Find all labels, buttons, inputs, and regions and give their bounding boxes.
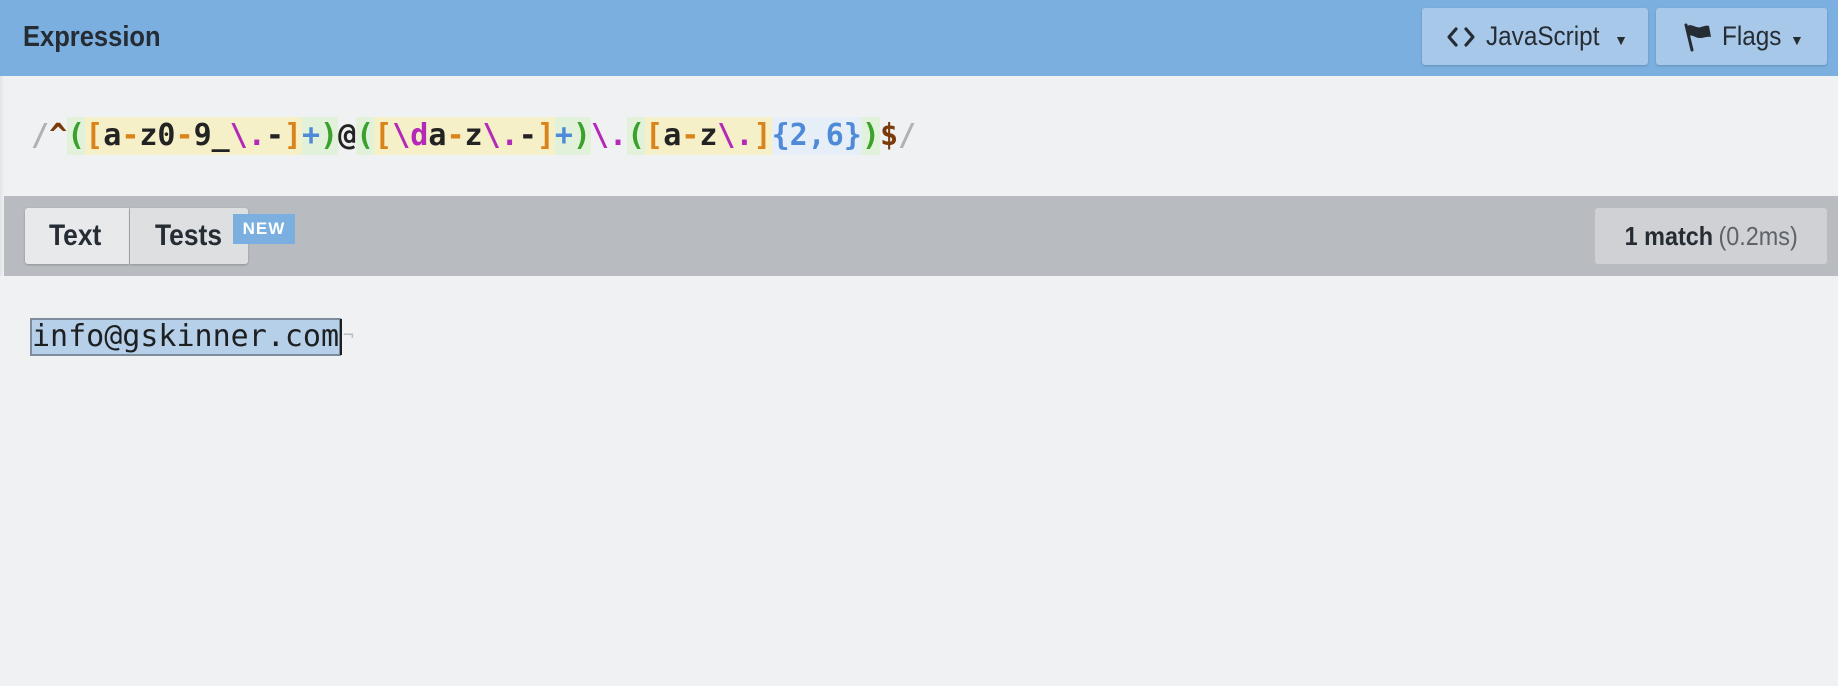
regex-token-range: - bbox=[446, 117, 465, 155]
regex-token-group: ) bbox=[861, 117, 880, 155]
regex-expression[interactable]: / ^([a - z0-9_ \. -] +) @([\d a - z \. -] +) \.([a - z \… bbox=[31, 117, 916, 155]
regex-token-esc: \. bbox=[229, 117, 266, 155]
header-bar: Expression JavaScript ▼ Flags ▼ bbox=[0, 0, 1838, 76]
regex-token-range: - bbox=[175, 117, 194, 155]
test-text-content[interactable]: info@gskinner.com ¬ bbox=[29, 318, 354, 356]
tab-bar: Text Tests NEW 1 match (0.2ms) bbox=[0, 196, 1838, 276]
regex-token-esc: \. bbox=[717, 117, 754, 155]
regex-token-lit: z bbox=[464, 117, 483, 155]
regex-token-range: - bbox=[121, 117, 140, 155]
regex-token-anchor: ^ bbox=[49, 118, 68, 153]
regex-token-group: ( bbox=[67, 117, 86, 155]
match-highlight: info@gskinner.com bbox=[29, 318, 342, 356]
end-of-line-marker: ¬ bbox=[343, 325, 354, 346]
flag-icon bbox=[1682, 22, 1712, 52]
regex-delimiter-open: / bbox=[31, 118, 50, 153]
regex-token-set: [ bbox=[645, 117, 664, 155]
regex-token-set: ] bbox=[753, 117, 772, 155]
regex-token-lit: a bbox=[103, 117, 122, 155]
flavor-button[interactable]: JavaScript ▼ bbox=[1422, 8, 1648, 65]
regex-token-set: [ bbox=[85, 117, 104, 155]
chevron-down-icon: ▼ bbox=[1614, 31, 1628, 48]
expression-editor[interactable]: / ^([a - z0-9_ \. -] +) @([\d a - z \. -] +) \.([a - z \… bbox=[0, 76, 1838, 196]
test-text-area[interactable]: info@gskinner.com ¬ bbox=[0, 276, 1838, 686]
regex-token-lit: z bbox=[699, 117, 718, 155]
regex-token-set: ] bbox=[536, 117, 555, 155]
regex-token-group: ( bbox=[356, 117, 375, 155]
match-time: (0.2ms) bbox=[1718, 220, 1798, 251]
regex-token-lit: z0 bbox=[139, 117, 176, 155]
regex-token-quant-brace: {2,6} bbox=[771, 117, 862, 155]
regex-token-set: [ bbox=[374, 117, 393, 155]
regex-token-lit: - bbox=[518, 117, 537, 155]
new-badge: NEW bbox=[233, 214, 295, 244]
flavor-button-label: JavaScript bbox=[1486, 21, 1600, 51]
tab-text[interactable]: Text bbox=[25, 208, 129, 264]
match-count: 1 match bbox=[1624, 220, 1713, 251]
regex-token-set: ] bbox=[283, 117, 302, 155]
regex-token-esc: \d bbox=[392, 117, 429, 155]
regex-token-escp: \. bbox=[590, 118, 628, 153]
expression-heading: Expression bbox=[23, 21, 161, 53]
regex-token-group: ) bbox=[320, 117, 339, 155]
match-status-text: 1 match (0.2ms) bbox=[1624, 221, 1797, 252]
regex-token-quant: + bbox=[301, 117, 320, 155]
match-status[interactable]: 1 match (0.2ms) bbox=[1595, 208, 1827, 264]
code-brackets-icon bbox=[1446, 26, 1476, 48]
flags-button[interactable]: Flags ▼ bbox=[1656, 8, 1827, 65]
text-cursor bbox=[340, 319, 343, 355]
tab-tests[interactable]: Tests bbox=[130, 208, 248, 264]
regex-token-esc: \. bbox=[482, 117, 519, 155]
regex-token-lit: a bbox=[428, 117, 447, 155]
chevron-down-icon: ▼ bbox=[1790, 31, 1804, 48]
regex-token-lit: - bbox=[265, 117, 284, 155]
tab-text-label: Text bbox=[49, 219, 102, 252]
regex-token-range: - bbox=[681, 117, 700, 155]
regex-token-lit: a bbox=[663, 117, 682, 155]
regex-delimiter-close: / bbox=[898, 118, 917, 153]
regex-token-char: @ bbox=[338, 118, 357, 153]
regex-tokens: ^([a - z0-9_ \. -] +) @([\d a - z \. -] +) \.([a - z \.]… bbox=[49, 117, 898, 155]
flags-button-label: Flags bbox=[1722, 21, 1782, 51]
regex-token-group: ( bbox=[627, 117, 646, 155]
regex-token-quant: + bbox=[554, 117, 573, 155]
regex-token-lit: 9_ bbox=[193, 117, 230, 155]
regex-token-anchor: $ bbox=[879, 118, 898, 153]
regex-token-group: ) bbox=[572, 117, 591, 155]
tab-tests-label: Tests bbox=[155, 219, 223, 252]
